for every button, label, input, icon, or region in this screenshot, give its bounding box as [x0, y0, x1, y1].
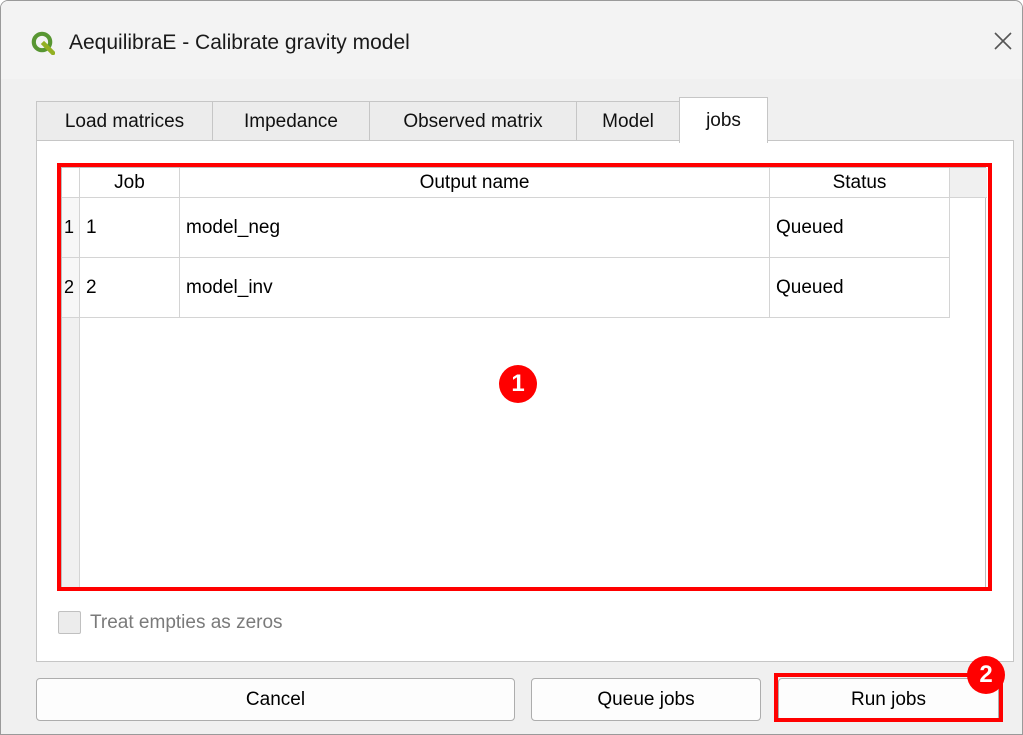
- calibrate-gravity-dialog: AequilibraE - Calibrate gravity model Lo…: [0, 0, 1023, 735]
- annotation-marker-1: 1: [499, 365, 537, 403]
- queue-jobs-button[interactable]: Queue jobs: [531, 678, 761, 721]
- qgis-logo-icon: [31, 31, 55, 55]
- tab-jobs[interactable]: jobs: [679, 97, 768, 143]
- tab-load-matrices[interactable]: Load matrices: [36, 101, 213, 141]
- annotation-marker-2: 2: [967, 656, 1005, 694]
- close-icon[interactable]: [991, 29, 1015, 53]
- tab-observed-matrix[interactable]: Observed matrix: [369, 101, 577, 141]
- window-title: AequilibraE - Calibrate gravity model: [69, 31, 410, 54]
- treat-empties-option: Treat empties as zeros: [58, 611, 283, 634]
- treat-empties-checkbox[interactable]: [58, 611, 81, 634]
- tab-impedance[interactable]: Impedance: [212, 101, 370, 141]
- tab-model[interactable]: Model: [576, 101, 680, 141]
- cancel-button[interactable]: Cancel: [36, 678, 515, 721]
- title-bar: AequilibraE - Calibrate gravity model: [1, 1, 1022, 79]
- treat-empties-label: Treat empties as zeros: [90, 611, 283, 633]
